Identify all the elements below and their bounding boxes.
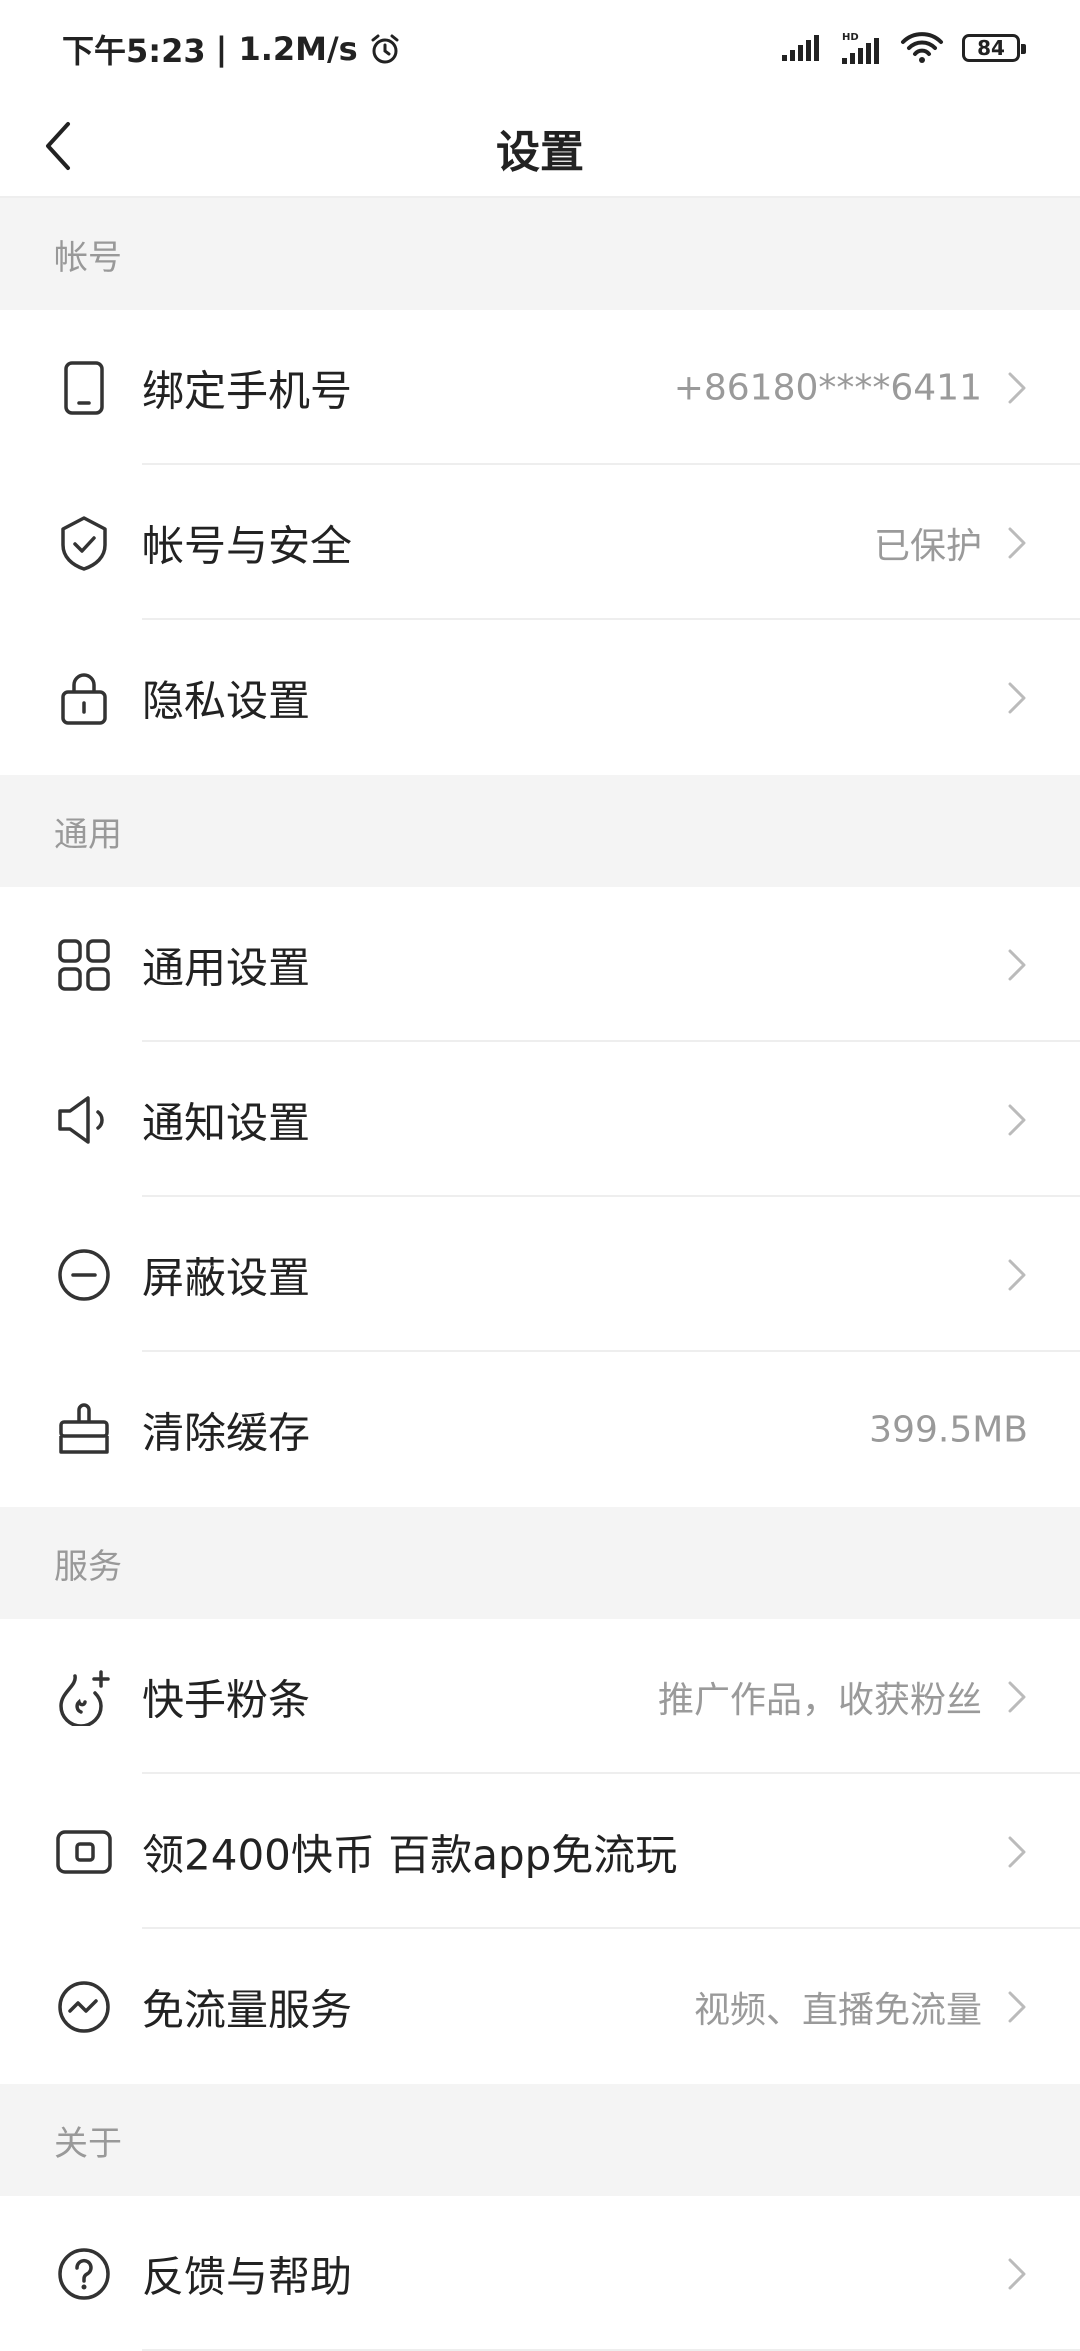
chevron-right-icon bbox=[1002, 1255, 1032, 1295]
clear-cache-label: 清除缓存 bbox=[142, 1408, 311, 1457]
status-bar: 下午5:23 | 1.2M/s HD 84 bbox=[0, 0, 1080, 96]
chevron-right-icon bbox=[1002, 1832, 1032, 1872]
account-security-value: 已保护 bbox=[873, 525, 982, 567]
status-time: 下午5:23 bbox=[62, 32, 206, 70]
privacy-label: 隐私设置 bbox=[142, 676, 311, 725]
svg-text:HD: HD bbox=[842, 32, 859, 43]
wifi-icon bbox=[900, 31, 944, 65]
hd-signal-icon: HD bbox=[840, 30, 882, 66]
page-title: 设置 bbox=[496, 127, 584, 178]
section-about: 关于 bbox=[0, 2084, 1080, 2196]
privacy-item[interactable]: 隐私设置 bbox=[0, 620, 1080, 775]
fans-value: 推广作品，收获粉丝 bbox=[657, 1679, 982, 1721]
clear-cache-item[interactable]: 清除缓存 399.5MB bbox=[0, 1352, 1080, 1507]
feedback-label: 反馈与帮助 bbox=[142, 2252, 353, 2301]
alarm-icon bbox=[368, 32, 402, 66]
speaker-icon bbox=[54, 1090, 114, 1150]
chevron-right-icon bbox=[1002, 2254, 1032, 2294]
phone-icon bbox=[54, 358, 114, 418]
free-data-item[interactable]: 免流量服务 视频、直播免流量 bbox=[0, 1929, 1080, 2084]
block-label: 屏蔽设置 bbox=[142, 1253, 311, 1302]
flame-plus-icon bbox=[54, 1667, 114, 1727]
question-icon bbox=[54, 2244, 114, 2304]
lock-icon bbox=[54, 668, 114, 728]
chevron-right-icon bbox=[1002, 1677, 1032, 1717]
header: 设置 bbox=[0, 96, 1080, 198]
general-settings-label: 通用设置 bbox=[142, 943, 311, 992]
free-data-value: 视频、直播免流量 bbox=[693, 1989, 982, 2031]
general-settings-item[interactable]: 通用设置 bbox=[0, 887, 1080, 1042]
shield-icon bbox=[54, 513, 114, 573]
brush-icon bbox=[54, 1400, 114, 1460]
account-security-item[interactable]: 帐号与安全 已保护 bbox=[0, 465, 1080, 620]
bind-phone-value: +86180****6411 bbox=[673, 367, 982, 408]
section-service: 服务 bbox=[0, 1507, 1080, 1619]
bind-phone-item[interactable]: 绑定手机号 +86180****6411 bbox=[0, 310, 1080, 465]
wave-circle-icon bbox=[54, 1977, 114, 2037]
signal-icon bbox=[780, 33, 822, 63]
minus-circle-icon bbox=[54, 1245, 114, 1305]
battery-icon: 84 bbox=[962, 34, 1026, 62]
section-account: 帐号 bbox=[0, 198, 1080, 310]
chevron-right-icon bbox=[1002, 678, 1032, 718]
chevron-right-icon bbox=[1002, 1987, 1032, 2027]
clear-cache-value: 399.5MB bbox=[869, 1409, 1028, 1450]
status-speed: | 1.2M/s bbox=[215, 30, 358, 68]
grid-icon bbox=[54, 935, 114, 995]
free-data-label: 免流量服务 bbox=[142, 1985, 353, 2034]
block-item[interactable]: 屏蔽设置 bbox=[0, 1197, 1080, 1352]
notification-item[interactable]: 通知设置 bbox=[0, 1042, 1080, 1197]
chevron-right-icon bbox=[1002, 945, 1032, 985]
coins-label: 领2400快币 百款app免流玩 bbox=[142, 1830, 678, 1879]
status-right: HD 84 bbox=[780, 26, 1026, 70]
coins-item[interactable]: 领2400快币 百款app免流玩 bbox=[0, 1774, 1080, 1929]
card-icon bbox=[54, 1822, 114, 1882]
fans-item[interactable]: 快手粉条 推广作品，收获粉丝 bbox=[0, 1619, 1080, 1774]
account-security-label: 帐号与安全 bbox=[142, 521, 353, 570]
fans-label: 快手粉条 bbox=[142, 1675, 311, 1724]
bind-phone-label: 绑定手机号 bbox=[142, 366, 353, 415]
chevron-right-icon bbox=[1002, 368, 1032, 408]
chevron-right-icon bbox=[1002, 523, 1032, 563]
feedback-item[interactable]: 反馈与帮助 bbox=[0, 2196, 1080, 2351]
notification-label: 通知设置 bbox=[142, 1098, 311, 1147]
status-left: 下午5:23 | 1.2M/s bbox=[62, 26, 402, 72]
chevron-right-icon bbox=[1002, 1100, 1032, 1140]
battery-level: 84 bbox=[977, 36, 1005, 60]
section-general: 通用 bbox=[0, 775, 1080, 887]
